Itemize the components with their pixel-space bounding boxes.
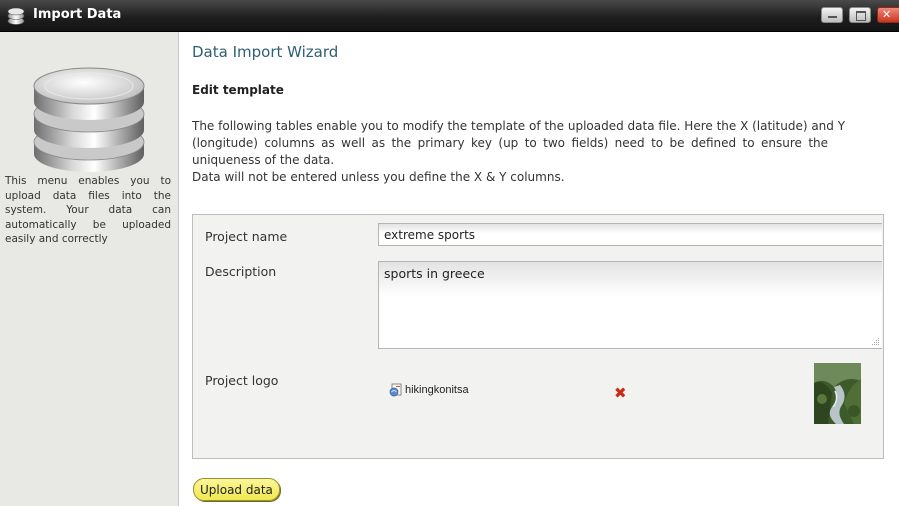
intro-line: Data will not be entered unless you defi… (192, 170, 565, 184)
intro-line: The following tables enable you to modif… (192, 119, 846, 133)
maximize-button[interactable] (849, 7, 871, 23)
database-icon (33, 67, 145, 172)
intro-line: (longitude) columns as well as the prima… (192, 136, 829, 150)
description-label: Description (205, 264, 277, 279)
description-textarea[interactable]: sports in greece (378, 261, 882, 349)
close-icon: ✕ (882, 8, 892, 21)
sidebar-description: This menu enables you to upload data fil… (5, 175, 171, 245)
logo-thumbnail (814, 363, 861, 424)
logo-file-name: hikingkonitsa (405, 384, 469, 396)
database-icon (7, 7, 25, 25)
project-name-label: Project name (205, 229, 288, 244)
window-titlebar: Import Data ✕ (0, 0, 899, 32)
wizard-title: Data Import Wizard (192, 43, 339, 61)
resize-grip-icon[interactable] (871, 337, 880, 346)
intro-line: uniqueness of the data. (192, 153, 335, 167)
template-form: Project name Description sports in greec… (192, 214, 884, 459)
project-logo-label: Project logo (205, 373, 279, 388)
image-file-icon (389, 383, 402, 397)
section-title: Edit template (192, 83, 284, 97)
main-content: Data Import Wizard Edit template The fol… (179, 32, 899, 506)
project-name-input[interactable] (378, 223, 882, 246)
minimize-button[interactable] (821, 7, 843, 23)
maximize-icon (856, 11, 866, 21)
close-button[interactable]: ✕ (877, 7, 899, 23)
window-title: Import Data (33, 7, 122, 22)
sidebar: This menu enables you to upload data fil… (0, 32, 179, 506)
remove-icon[interactable]: ✖ (614, 386, 627, 401)
minimize-icon (828, 16, 837, 18)
upload-data-button[interactable]: Upload data (193, 478, 280, 501)
intro-text: The following tables enable you to modif… (192, 118, 899, 186)
